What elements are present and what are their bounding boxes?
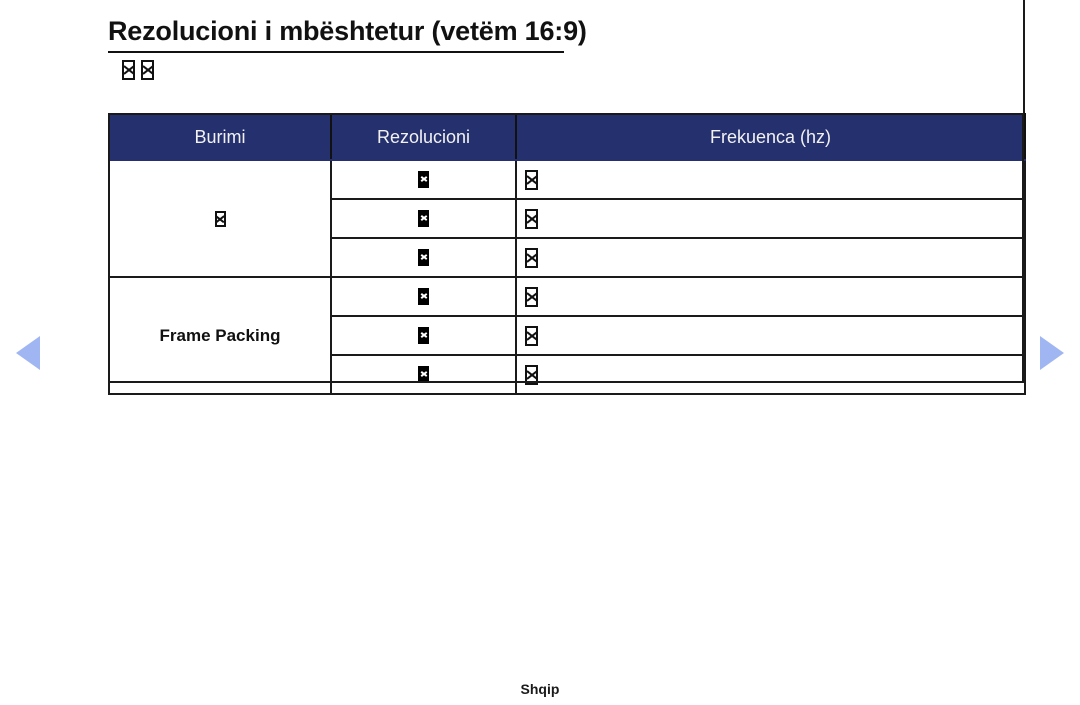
missing-glyph-icon — [525, 325, 538, 346]
page-title: Rezolucioni i mbështetur (vetëm 16:9) — [108, 16, 587, 46]
page-heading: Rezolucioni i mbështetur (vetëm 16:9) — [108, 14, 587, 53]
missing-glyph-icon — [418, 170, 429, 188]
cell-resolution — [330, 315, 517, 356]
cell-resolution — [330, 276, 517, 317]
missing-glyph-icon — [418, 287, 429, 305]
missing-glyph-icon — [418, 365, 429, 383]
missing-glyph-icon — [525, 247, 538, 268]
title-underline — [108, 51, 564, 53]
missing-glyph-icon — [525, 208, 538, 229]
cell-resolution — [330, 354, 517, 395]
cell-frequency — [515, 198, 1026, 239]
table-row: Frame Packing — [108, 276, 1026, 395]
cell-source-group-1 — [108, 159, 332, 278]
missing-glyph-icon — [418, 209, 429, 227]
cell-frequency — [515, 159, 1026, 200]
subtitle-glyph-row — [122, 58, 155, 81]
cell-frequency — [515, 315, 1026, 356]
column-header-source: Burimi — [108, 113, 332, 161]
supported-resolutions-table: Burimi Rezolucioni Frekuenca (hz) Frame … — [108, 113, 1026, 395]
column-header-resolution: Rezolucioni — [330, 113, 517, 161]
missing-glyph-icon — [525, 286, 538, 307]
missing-glyph-icon — [141, 60, 155, 81]
language-footer: Shqip — [520, 681, 560, 697]
prev-page-arrow[interactable] — [16, 336, 40, 370]
cell-resolution — [330, 198, 517, 239]
cell-resolution — [330, 237, 517, 278]
column-header-frequency: Frekuenca (hz) — [515, 113, 1026, 161]
cell-frequency — [515, 354, 1026, 395]
table-header-row: Burimi Rezolucioni Frekuenca (hz) — [108, 113, 1026, 161]
missing-glyph-icon — [214, 211, 226, 228]
missing-glyph-icon — [525, 169, 538, 190]
missing-glyph-icon — [418, 248, 429, 266]
cell-source-group-2: Frame Packing — [108, 276, 332, 395]
page-root: Rezolucioni i mbështetur (vetëm 16:9) Bu… — [0, 0, 1080, 705]
cell-resolution — [330, 159, 517, 200]
missing-glyph-icon — [122, 60, 135, 81]
missing-glyph-icon — [525, 364, 538, 385]
table-row — [108, 159, 1026, 278]
missing-glyph-icon — [418, 326, 429, 344]
next-page-arrow[interactable] — [1040, 336, 1064, 370]
cell-frequency — [515, 237, 1026, 278]
cell-frequency — [515, 276, 1026, 317]
